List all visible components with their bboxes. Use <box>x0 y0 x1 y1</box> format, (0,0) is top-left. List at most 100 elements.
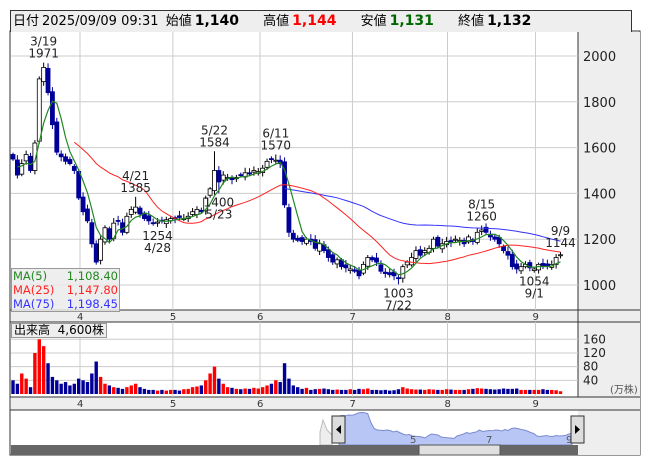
volume-bar <box>339 389 344 394</box>
candle-body <box>194 209 200 215</box>
volume-bar <box>309 389 313 394</box>
candle-body <box>238 174 244 177</box>
volume-bar <box>177 390 182 394</box>
candle-body <box>106 228 112 240</box>
volume-bar <box>199 385 204 394</box>
navigator-left-handle[interactable] <box>331 415 346 444</box>
candle-body <box>247 172 252 175</box>
volume-bar <box>479 388 484 394</box>
month-label: 4 <box>77 399 83 410</box>
candle-body <box>36 78 42 142</box>
candle-body <box>71 165 77 171</box>
month-label: 7 <box>349 399 355 410</box>
volume-bar <box>357 388 361 394</box>
volume-bar <box>133 383 138 394</box>
volume-bar <box>168 389 173 394</box>
open-label: 始値 <box>165 14 192 29</box>
candle-body <box>409 257 414 266</box>
candle-body <box>531 268 537 271</box>
navigator-label: 5 <box>410 435 416 446</box>
candle-body <box>343 264 349 269</box>
volume-bar <box>186 388 190 394</box>
volume-tick-label: 40 <box>583 373 598 387</box>
volume-bar <box>230 387 234 394</box>
annotation-value: 1971 <box>28 47 59 61</box>
candle-body <box>133 206 139 213</box>
open-value: 1,140 <box>194 13 239 29</box>
volume-bar <box>234 388 239 394</box>
close-label: 終値 <box>458 14 485 29</box>
candle-body <box>286 207 292 233</box>
candle-body <box>115 220 121 222</box>
candle-body <box>220 174 226 181</box>
volume-bar <box>278 382 282 394</box>
candle-body <box>514 263 520 270</box>
candle-body <box>330 254 336 263</box>
date-label: 日付 <box>13 14 40 29</box>
volume-value: 4,600株 <box>57 323 105 337</box>
volume-bar <box>317 388 322 394</box>
price-tick-label: 1200 <box>583 233 616 248</box>
candle-body <box>76 171 82 199</box>
candle-body <box>544 263 550 266</box>
volume-bar <box>274 380 278 394</box>
candle-body <box>93 243 99 263</box>
volume-bar <box>195 386 199 394</box>
ma25-value: 1,147.80 <box>66 283 118 297</box>
volume-bar <box>322 388 326 394</box>
volume-bar <box>352 389 357 394</box>
navigator-right-handle[interactable] <box>570 415 585 444</box>
volume-bar <box>72 383 77 394</box>
datetime: 2025/09/09 09:31 <box>42 14 159 29</box>
volume-bar <box>37 339 41 394</box>
volume-bar <box>453 389 458 394</box>
volume-bar <box>506 388 510 394</box>
volume-bar <box>528 389 532 394</box>
volume-bar <box>287 378 291 394</box>
volume-bar <box>501 388 506 394</box>
volume-bar <box>55 380 59 394</box>
volume-bar <box>33 352 37 394</box>
volume-bar <box>107 385 112 394</box>
candle-body <box>273 159 279 162</box>
low-value: 1,131 <box>389 13 434 29</box>
ma-legend: MA(5) 1,108.40 MA(25) 1,147.80 MA(75) 1,198… <box>11 268 120 312</box>
scrollbar-thumb[interactable] <box>418 444 501 456</box>
ma25-legend: MA(25) 1,147.80 <box>12 283 119 297</box>
candle-body <box>229 177 235 181</box>
candle-body <box>45 67 51 94</box>
candle-body <box>155 221 160 224</box>
candle-body <box>347 268 353 271</box>
volume-bar <box>449 389 453 394</box>
volume-bar <box>103 383 107 394</box>
low-label: 安値 <box>360 14 387 29</box>
price-tick-label: 1000 <box>583 279 616 294</box>
volume-bar <box>462 389 466 394</box>
month-label: 6 <box>257 399 263 410</box>
candle-body <box>50 91 55 126</box>
volume-bar <box>444 389 449 394</box>
volume-bar <box>374 389 379 394</box>
close-value: 1,132 <box>487 13 532 29</box>
volume-bar <box>59 383 63 394</box>
candle-body <box>137 207 143 215</box>
volume-bar <box>265 385 269 394</box>
candle-body <box>80 196 86 213</box>
volume-bar <box>269 383 274 394</box>
candle-body <box>128 209 134 215</box>
candle-body <box>356 269 362 277</box>
volume-bar <box>532 389 536 394</box>
volume-bar <box>409 389 414 394</box>
volume-bar <box>427 389 431 394</box>
candle-body <box>479 229 485 232</box>
volume-legend: 出来高 4,600株 <box>11 323 108 338</box>
candle-body <box>365 257 371 267</box>
chart-canvas: 2000180016001400120010004455667788991601… <box>9 30 641 456</box>
candle-body <box>150 222 156 225</box>
candle-body <box>146 215 152 222</box>
volume-bar <box>217 378 221 394</box>
volume-bar <box>212 366 217 394</box>
annotation-date: 5/23 <box>205 207 232 221</box>
candle-body <box>518 266 524 272</box>
month-label: 4 <box>77 312 83 323</box>
